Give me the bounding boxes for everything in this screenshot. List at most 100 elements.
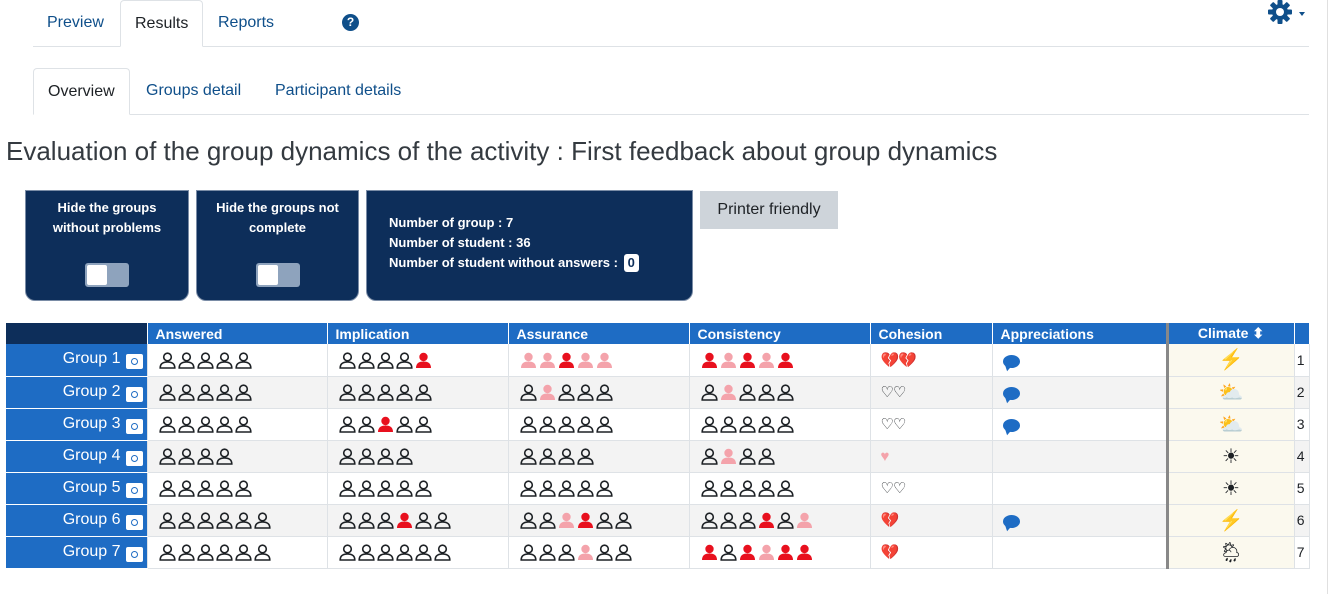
- group-name[interactable]: Group 7: [63, 543, 121, 560]
- group-name[interactable]: Group 1: [63, 350, 121, 367]
- answered-icons: [158, 511, 272, 529]
- header-implication: Implication: [327, 323, 509, 344]
- tab-reports[interactable]: Reports: [204, 0, 288, 46]
- header-climate-sort[interactable]: Climate ⬍: [1165, 323, 1295, 344]
- gear-icon[interactable]: [1266, 0, 1314, 28]
- table-row: Group 7 💔 🌦 7: [6, 536, 1310, 569]
- row-number: 4: [1294, 440, 1310, 473]
- sun-cloud-icon: ⛅: [1218, 413, 1244, 436]
- no-answer-badge: 0: [623, 254, 639, 272]
- answered-icons: [158, 383, 253, 401]
- row-number: 1: [1294, 344, 1310, 377]
- filter-label-line2: without problems: [52, 220, 162, 235]
- implication-icons: [338, 351, 433, 369]
- header-consistency: Consistency: [689, 323, 871, 344]
- header-answered: Answered: [147, 323, 328, 344]
- group-cell[interactable]: Group 6: [6, 504, 148, 537]
- hide-not-complete-toggle[interactable]: [256, 263, 300, 287]
- group-name[interactable]: Group 5: [63, 479, 121, 496]
- chevron-down-icon: [1299, 12, 1305, 16]
- printer-friendly-button[interactable]: Printer friendly: [700, 191, 838, 229]
- group-cell[interactable]: Group 4: [6, 440, 148, 473]
- group-cell[interactable]: Group 2: [6, 376, 148, 409]
- row-number: 5: [1294, 472, 1310, 505]
- sub-tabs: Overview Groups detail Participant detai…: [33, 68, 1309, 115]
- filter-label-line2: complete: [248, 220, 307, 235]
- header-cohesion: Cohesion: [870, 323, 993, 344]
- implication-icons: [338, 447, 414, 465]
- answered-icons: [158, 447, 234, 465]
- assurance-icons: [519, 383, 614, 401]
- group-name[interactable]: Group 6: [63, 511, 121, 528]
- comment-icon[interactable]: [1002, 354, 1020, 368]
- camera-icon[interactable]: [125, 386, 143, 402]
- implication-icons: [338, 543, 452, 561]
- empty-heart-icon: ♡♡: [880, 480, 907, 497]
- group-name[interactable]: Group 3: [63, 415, 121, 432]
- table-row: Group 4 ♥ ☀ 4: [6, 440, 1310, 473]
- header-num: [1294, 323, 1310, 344]
- tab-overview[interactable]: Overview: [33, 68, 130, 115]
- storm-icon: ⚡: [1218, 349, 1244, 372]
- empty-heart-icon: ♡♡: [880, 416, 907, 433]
- student-count: Number of student : 36: [389, 235, 531, 250]
- stats-card: Number of group : 7 Number of student : …: [366, 190, 693, 301]
- group-cell[interactable]: Group 7: [6, 536, 148, 569]
- comment-icon[interactable]: [1002, 418, 1020, 432]
- assurance-icons: [519, 511, 633, 529]
- group-cell[interactable]: Group 3: [6, 408, 148, 441]
- tab-preview[interactable]: Preview: [33, 0, 118, 46]
- rain-icon: 🌦: [1218, 541, 1244, 564]
- row-number: 6: [1294, 504, 1310, 537]
- filter-label-line1: Hide the groups: [57, 200, 157, 215]
- assurance-icons: [519, 415, 614, 433]
- group-count: Number of group : 7: [389, 215, 514, 230]
- tab-participant-details[interactable]: Participant details: [261, 68, 415, 114]
- top-tabs: Preview Results Reports ?: [33, 0, 1309, 47]
- camera-icon[interactable]: [125, 354, 143, 370]
- answered-icons: [158, 479, 253, 497]
- table-row: Group 1 💔💔 ⚡ 1: [6, 344, 1310, 377]
- header-group: [6, 323, 148, 344]
- camera-icon[interactable]: [125, 418, 143, 434]
- consistency-icons: [700, 543, 814, 561]
- group-name[interactable]: Group 4: [63, 447, 121, 464]
- implication-icons: [338, 415, 433, 433]
- consistency-icons: [700, 351, 795, 368]
- answered-icons: [158, 543, 272, 561]
- implication-icons: [338, 479, 433, 497]
- camera-icon[interactable]: [125, 450, 143, 466]
- table-row: Group 5 ♡♡ ☀ 5: [6, 472, 1310, 505]
- consistency-icons: [700, 383, 795, 401]
- camera-icon[interactable]: [125, 546, 143, 562]
- sun-icon: ☀: [1222, 445, 1240, 468]
- group-cell[interactable]: Group 1: [6, 344, 148, 377]
- header-appreciations: Appreciations: [992, 323, 1168, 344]
- assurance-icons: [519, 351, 614, 368]
- broken-heart-icon: 💔: [880, 512, 900, 529]
- row-number: 2: [1294, 376, 1310, 409]
- group-name[interactable]: Group 2: [63, 383, 121, 400]
- implication-icons: [338, 511, 452, 529]
- sun-cloud-icon: ⛅: [1218, 381, 1244, 404]
- row-number: 3: [1294, 408, 1310, 441]
- broken-heart-icon: 💔💔: [880, 351, 917, 369]
- question-circle-icon[interactable]: ?: [342, 14, 359, 31]
- camera-icon[interactable]: [125, 514, 143, 530]
- sun-icon: ☀: [1222, 477, 1240, 500]
- comment-icon[interactable]: [1002, 386, 1020, 400]
- camera-icon[interactable]: [125, 482, 143, 498]
- consistency-icons: [700, 415, 795, 433]
- comment-icon[interactable]: [1002, 514, 1020, 528]
- no-answer-label: Number of student without answers :: [389, 255, 618, 270]
- table-row: Group 2 ♡♡ ⛅ 2: [6, 376, 1310, 409]
- heart-icon: ♥: [880, 447, 890, 465]
- group-cell[interactable]: Group 5: [6, 472, 148, 505]
- consistency-icons: [700, 511, 814, 529]
- tab-groups-detail[interactable]: Groups detail: [132, 68, 255, 114]
- tab-results[interactable]: Results: [120, 0, 204, 47]
- filter-card-not-complete: Hide the groups not complete: [196, 190, 359, 301]
- results-table: Answered Implication Assurance Consisten…: [6, 323, 1310, 569]
- broken-heart-icon: 💔: [880, 544, 900, 561]
- hide-no-problems-toggle[interactable]: [85, 263, 129, 287]
